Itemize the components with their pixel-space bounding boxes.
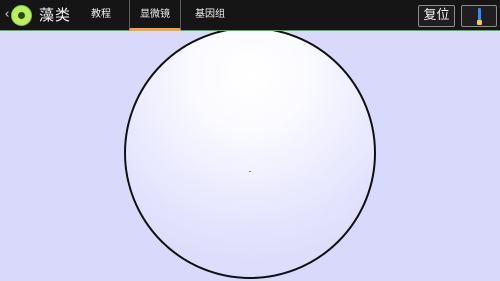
top-bar: ‹ 藻类 教程 显微镜 基因组 复位 (0, 0, 500, 31)
light-button[interactable] (461, 5, 497, 27)
microscope-view (0, 31, 500, 281)
tab-microscope[interactable]: 显微镜 (129, 0, 181, 31)
lamp-base-icon (477, 20, 482, 25)
reset-button[interactable]: 复位 (418, 5, 455, 27)
app-title: 藻类 (39, 6, 72, 24)
tab-genome[interactable]: 基因组 (185, 0, 235, 31)
specimen-dot (249, 171, 251, 172)
tab-course[interactable]: 教程 (82, 0, 120, 31)
microscope-lens[interactable] (124, 31, 376, 279)
app-logo-icon (11, 5, 32, 26)
